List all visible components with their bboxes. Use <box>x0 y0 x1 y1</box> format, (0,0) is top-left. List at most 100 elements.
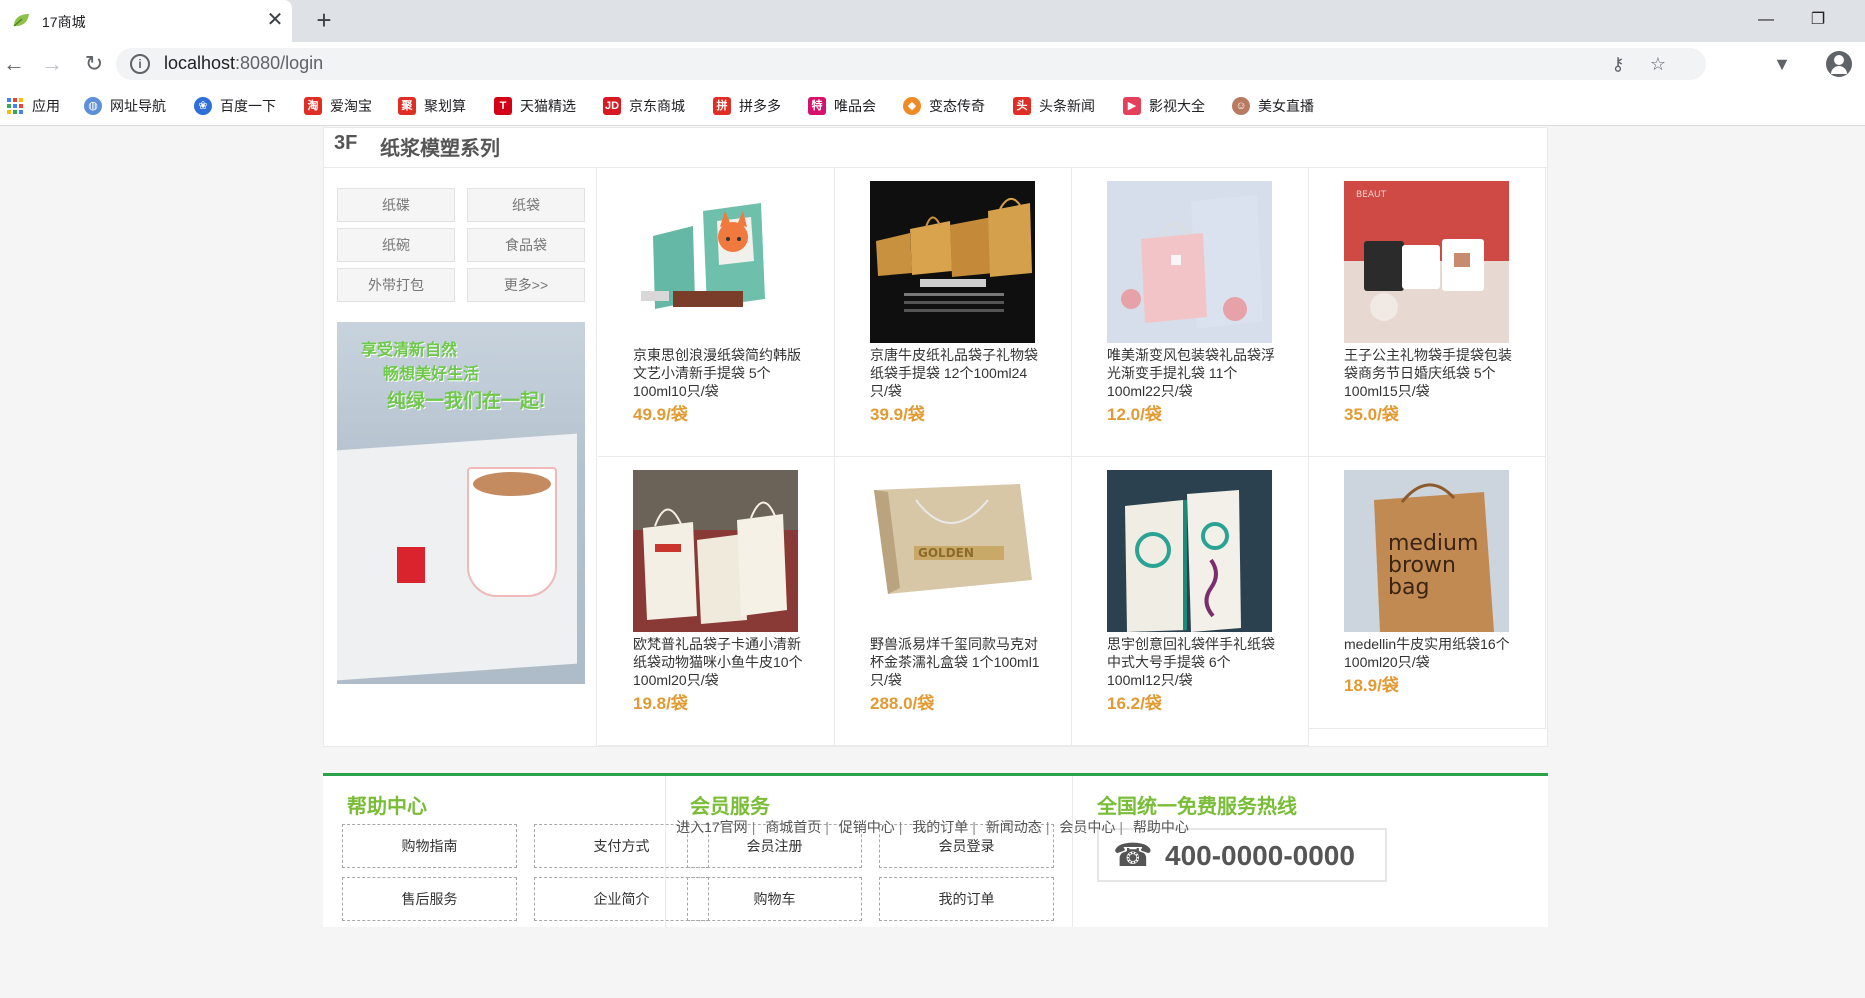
product-name[interactable]: 野兽派易烊千玺同款马克对杯金茶濡礼盒袋 1个100ml1只/袋 <box>870 635 1040 689</box>
product-name[interactable]: 京東思创浪漫纸袋简约韩版文艺小清新手提袋 5个100ml10只/袋 <box>633 346 803 400</box>
my-orders-button[interactable]: 我的订单 <box>879 877 1054 921</box>
close-tab-icon[interactable]: ✕ <box>264 8 286 32</box>
bottom-link[interactable]: 会员中心 <box>1059 819 1115 835</box>
product-price: 12.0/袋 <box>1107 405 1162 424</box>
product-card[interactable]: BEAUT 王子公主礼物袋手提袋包装袋商务节日婚庆纸袋 5个100ml15只/袋… <box>1309 168 1546 457</box>
product-card[interactable]: 京東思创浪漫纸袋简约韩版文艺小清新手提袋 5个100ml10只/袋 49.9/袋 <box>598 168 835 457</box>
svg-text:GOLDEN: GOLDEN <box>918 546 974 560</box>
product-price: 16.2/袋 <box>1107 694 1162 713</box>
floor-number: 3F <box>334 132 358 154</box>
bottom-link[interactable]: 进入17官网 <box>676 819 748 835</box>
link-separator: | <box>825 819 829 835</box>
bookmark-item[interactable]: 聚 聚划算 <box>398 94 466 118</box>
reload-icon[interactable]: ↻ <box>80 50 108 78</box>
browser-tab[interactable]: 17商城 ✕ <box>0 0 292 42</box>
back-icon[interactable]: ← <box>0 50 28 78</box>
product-price: 39.9/袋 <box>870 405 925 424</box>
product-name[interactable]: 思宇创意回礼袋伴手礼纸袋中式大号手提袋 6个100ml12只/袋 <box>1107 635 1277 689</box>
product-image[interactable] <box>633 470 798 632</box>
address-bar: ← → ↻ i localhost:8080/login ⚷ ☆ ▼ <box>0 42 1865 86</box>
floor-section: 3F 纸浆模塑系列 纸碟 纸袋 纸碗 食品袋 外带打包 更多>> 享受清新自然 … <box>323 127 1548 747</box>
new-tab-icon[interactable]: + <box>310 6 338 34</box>
product-card[interactable]: medium brown bag medellin牛皮实用纸袋16个100ml2… <box>1309 457 1546 729</box>
product-image[interactable]: medium brown bag <box>1344 470 1509 632</box>
category-button[interactable]: 纸碗 <box>337 228 455 262</box>
bottom-link[interactable]: 新闻动态 <box>986 819 1042 835</box>
bookmark-item[interactable]: ☺ 美女直播 <box>1232 94 1314 118</box>
extension-icon[interactable]: ▼ <box>1768 50 1796 78</box>
minimize-icon[interactable]: — <box>1748 6 1784 34</box>
leaf-favicon-icon <box>13 14 29 27</box>
promo-line: 纯绿一我们在一起! <box>387 391 546 412</box>
bottom-link[interactable]: 商城首页 <box>765 819 821 835</box>
category-button[interactable]: 纸碟 <box>337 188 455 222</box>
product-name[interactable]: medellin牛皮实用纸袋16个100ml20只/袋 <box>1344 635 1514 671</box>
member-service-column: 会员服务 会员注册 会员登录 购物车 我的订单 <box>665 776 1072 927</box>
product-card[interactable]: 唯美渐变风包装袋礼品袋浮光渐变手提礼袋 11个100ml22只/袋 12.0/袋 <box>1072 168 1309 457</box>
product-card[interactable]: GOLDEN 野兽派易烊千玺同款马克对杯金茶濡礼盒袋 1个100ml1只/袋 2… <box>835 457 1072 746</box>
bookmark-item[interactable]: 应用 <box>6 94 60 118</box>
category-panel: 纸碟 纸袋 纸碗 食品袋 外带打包 更多>> 享受清新自然 畅想美好生活 纯绿一… <box>324 168 597 746</box>
product-name[interactable]: 京唐牛皮纸礼品袋子礼物袋纸袋手提袋 12个100ml24只/袋 <box>870 346 1040 400</box>
profile-avatar-icon[interactable] <box>1826 51 1852 77</box>
category-button[interactable]: 外带打包 <box>337 268 455 302</box>
toutiao-icon: 头 <box>1013 97 1031 115</box>
category-button[interactable]: 食品袋 <box>467 228 585 262</box>
bookmark-item[interactable]: T 天猫精选 <box>494 94 576 118</box>
product-price: 35.0/袋 <box>1344 405 1399 424</box>
hotline-column: 全国统一免费服务热线 ☎ 400-0000-0000 <box>1072 776 1546 927</box>
bottom-link[interactable]: 我的订单 <box>912 819 968 835</box>
url-input[interactable]: i localhost:8080/login ⚷ ☆ <box>116 48 1706 80</box>
bookmark-item[interactable]: ❀ 百度一下 <box>194 94 276 118</box>
bookmark-item[interactable]: 特 唯品会 <box>808 94 876 118</box>
site-info-icon[interactable]: i <box>130 54 150 74</box>
bookmark-item[interactable]: ▶ 影视大全 <box>1123 94 1205 118</box>
bookmark-item[interactable]: ◆ 变态传奇 <box>903 94 985 118</box>
product-card[interactable]: 欧梵普礼品袋子卡通小清新纸袋动物猫咪小鱼牛皮10个100ml20只/袋 19.8… <box>598 457 835 746</box>
help-center-column: 帮助中心 购物指南 支付方式 售后服务 企业简介 <box>323 776 709 927</box>
product-image[interactable] <box>870 181 1035 343</box>
bookmark-star-icon[interactable]: ☆ <box>1646 52 1670 76</box>
promo-red-stamp <box>397 547 425 583</box>
key-icon[interactable]: ⚷ <box>1606 52 1630 76</box>
bookmark-item[interactable]: ◍ 网址导航 <box>84 94 166 118</box>
hotline-number: 400-0000-0000 <box>1165 840 1355 871</box>
product-name[interactable]: 王子公主礼物袋手提袋包装袋商务节日婚庆纸袋 5个100ml15只/袋 <box>1344 346 1514 400</box>
product-card[interactable]: 京唐牛皮纸礼品袋子礼物袋纸袋手提袋 12个100ml24只/袋 39.9/袋 <box>835 168 1072 457</box>
product-image[interactable]: BEAUT <box>1344 181 1509 343</box>
bookmark-item[interactable]: 拼 拼多多 <box>713 94 781 118</box>
apps-grid-icon <box>6 97 24 115</box>
product-image[interactable] <box>1107 470 1272 632</box>
promo-banner[interactable]: 享受清新自然 畅想美好生活 纯绿一我们在一起! <box>337 322 585 684</box>
restore-icon[interactable]: ❐ <box>1800 6 1836 34</box>
product-image[interactable]: GOLDEN <box>870 470 1035 632</box>
cart-button[interactable]: 购物车 <box>687 877 862 921</box>
more-categories-button[interactable]: 更多>> <box>467 268 585 302</box>
bookmark-label: 美女直播 <box>1258 98 1314 114</box>
product-name[interactable]: 唯美渐变风包装袋礼品袋浮光渐变手提礼袋 11个100ml22只/袋 <box>1107 346 1277 400</box>
bottom-link[interactable]: 促销中心 <box>839 819 895 835</box>
bookmark-item[interactable]: JD 京东商城 <box>603 94 685 118</box>
taobao-icon: 淘 <box>304 97 322 115</box>
vipshop-icon: 特 <box>808 97 826 115</box>
bookmark-item[interactable]: 头 头条新闻 <box>1013 94 1095 118</box>
link-separator: | <box>1119 819 1123 835</box>
link-separator: | <box>1045 819 1050 835</box>
bookmark-label: 唯品会 <box>834 98 876 114</box>
product-price: 19.8/袋 <box>633 694 688 713</box>
bottom-link[interactable]: 帮助中心 <box>1133 819 1189 835</box>
product-image[interactable] <box>633 181 798 343</box>
product-card[interactable]: 思宇创意回礼袋伴手礼纸袋中式大号手提袋 6个100ml12只/袋 16.2/袋 <box>1072 457 1309 746</box>
forward-icon[interactable]: → <box>38 50 66 78</box>
after-sales-button[interactable]: 售后服务 <box>342 877 517 921</box>
product-image[interactable] <box>1107 181 1272 343</box>
video-icon: ▶ <box>1123 97 1141 115</box>
pinduoduo-icon: 拼 <box>713 97 731 115</box>
juhuasuan-icon: 聚 <box>398 97 416 115</box>
bookmark-label: 变态传奇 <box>929 98 985 114</box>
category-button[interactable]: 纸袋 <box>467 188 585 222</box>
bookmark-item[interactable]: 淘 爱淘宝 <box>304 94 372 118</box>
product-name[interactable]: 欧梵普礼品袋子卡通小清新纸袋动物猫咪小鱼牛皮10个100ml20只/袋 <box>633 635 803 689</box>
product-price: 18.9/袋 <box>1344 676 1399 695</box>
floor-header: 3F 纸浆模塑系列 <box>324 128 1547 168</box>
